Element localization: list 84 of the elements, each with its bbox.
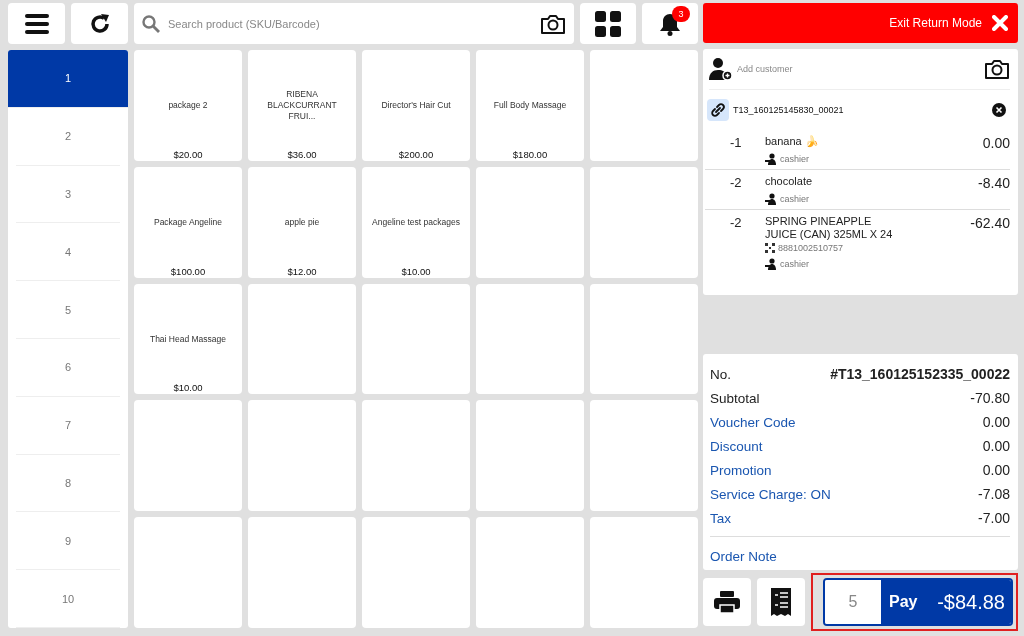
product-name: RIBENA BLACKCURRANT FRUI... xyxy=(266,89,338,122)
link-icon[interactable] xyxy=(707,99,729,121)
item-staff: cashier xyxy=(780,259,809,270)
product-tile[interactable]: Thai Head Massage $10.00 xyxy=(134,283,242,395)
totals-label: No. xyxy=(710,366,731,382)
notifications-button[interactable]: 3 xyxy=(642,3,698,44)
product-name: Thai Head Massage xyxy=(149,333,227,345)
product-price: $36.00 xyxy=(286,148,318,160)
item-price: -62.40 xyxy=(970,215,1010,233)
totals-value: -70.80 xyxy=(970,390,1010,406)
totals-link[interactable]: Discount xyxy=(710,438,763,454)
item-barcode: 8881002510757 xyxy=(778,243,844,254)
search-icon xyxy=(142,14,160,33)
product-name: Package Angeline xyxy=(153,216,223,228)
product-price: $100.00 xyxy=(169,265,207,277)
bell-icon xyxy=(659,11,681,36)
totals-value: -7.08 xyxy=(978,486,1010,502)
remove-icon[interactable] xyxy=(992,103,1006,117)
exit-return-mode-button[interactable]: Exit Return Mode xyxy=(703,3,1018,43)
item-staff: cashier xyxy=(780,193,809,204)
staff-icon xyxy=(765,258,777,271)
order-item[interactable]: -2 chocolate cashier -8.40 xyxy=(705,170,1010,210)
product-tile[interactable]: Full Body Massage $180.00 xyxy=(476,50,584,161)
search-bar[interactable]: Search product (SKU/Barcode) xyxy=(134,3,574,44)
item-name: SPRING PINEAPPLE JUICE (CAN) 325ML X 24 xyxy=(765,215,894,241)
product-price: $12.00 xyxy=(286,265,318,277)
grid-icon xyxy=(595,10,621,37)
order-note-link[interactable]: Order Note xyxy=(710,549,777,564)
product-tile[interactable]: package 2 $20.00 xyxy=(134,50,242,161)
print-button[interactable] xyxy=(703,578,751,626)
item-name: banana 🍌 xyxy=(765,135,820,148)
product-tile[interactable]: Director's Hair Cut $200.00 xyxy=(362,50,470,161)
notification-badge: 3 xyxy=(672,6,690,22)
item-quantity: -2 xyxy=(729,215,743,230)
totals-link[interactable]: Service Charge: ON xyxy=(710,486,831,502)
totals-value: 0.00 xyxy=(982,462,1010,478)
staff-icon xyxy=(765,152,777,165)
search-field[interactable]: Search product (SKU/Barcode) xyxy=(166,16,534,31)
camera-icon[interactable] xyxy=(540,12,566,35)
product-tile[interactable]: RIBENA BLACKCURRANT FRUI... $36.00 xyxy=(248,50,356,161)
grid-view-button[interactable] xyxy=(580,3,636,44)
item-name: chocolate xyxy=(765,175,814,188)
item-staff: cashier xyxy=(780,153,809,164)
camera-icon[interactable] xyxy=(984,58,1010,80)
menu-button[interactable] xyxy=(8,3,65,44)
totals-label: Subtotal xyxy=(710,390,760,406)
totals-value: 0.00 xyxy=(982,438,1010,454)
totals-link[interactable]: Voucher Code xyxy=(710,414,796,430)
receipt-button[interactable] xyxy=(757,578,805,626)
product-name: package 2 xyxy=(168,100,208,111)
product-price: $180.00 xyxy=(511,148,549,160)
totals-value: 0.00 xyxy=(982,414,1010,430)
menu-icon xyxy=(24,13,49,34)
product-price: $10.00 xyxy=(172,382,204,394)
totals-value: -7.00 xyxy=(978,510,1010,526)
product-price: $10.00 xyxy=(400,265,432,277)
product-tile[interactable]: Package Angeline $100.00 xyxy=(134,166,242,278)
totals-link[interactable]: Promotion xyxy=(710,462,772,478)
printer-icon xyxy=(714,591,740,613)
item-quantity: -1 xyxy=(729,135,743,150)
totals-link[interactable]: Tax xyxy=(710,510,731,526)
product-name: Angeline test packages xyxy=(372,216,460,228)
linked-order-reference: T13_160125145830_00021 xyxy=(733,105,844,115)
barcode-icon xyxy=(765,243,775,254)
product-name: Full Body Massage xyxy=(493,100,567,111)
page-tab[interactable]: 1 xyxy=(8,50,128,108)
order-item[interactable]: -1 banana 🍌 cashier 0.00 xyxy=(705,130,1010,170)
product-price: $200.00 xyxy=(397,148,435,160)
product-price: $20.00 xyxy=(172,148,204,160)
totals-value: #T13_160125152335_00022 xyxy=(830,366,1010,382)
product-tile[interactable]: apple pie $12.00 xyxy=(248,166,356,278)
receipt-icon xyxy=(771,588,791,616)
close-icon xyxy=(992,15,1008,31)
add-customer-link[interactable]: Add customer xyxy=(737,64,793,74)
item-price: 0.00 xyxy=(982,135,1010,153)
order-item[interactable]: -2 SPRING PINEAPPLE JUICE (CAN) 325ML X 24 8881002510757 cashier -62.40 xyxy=(705,210,1010,275)
item-quantity: -2 xyxy=(729,175,743,190)
item-price: -8.40 xyxy=(978,175,1010,193)
product-tile[interactable]: Angeline test packages $10.00 xyxy=(362,166,470,278)
add-customer-icon[interactable] xyxy=(709,57,733,81)
product-name: Director's Hair Cut xyxy=(381,100,451,111)
staff-icon xyxy=(765,192,777,205)
refresh-button[interactable] xyxy=(71,3,128,44)
product-name: apple pie xyxy=(284,216,320,228)
